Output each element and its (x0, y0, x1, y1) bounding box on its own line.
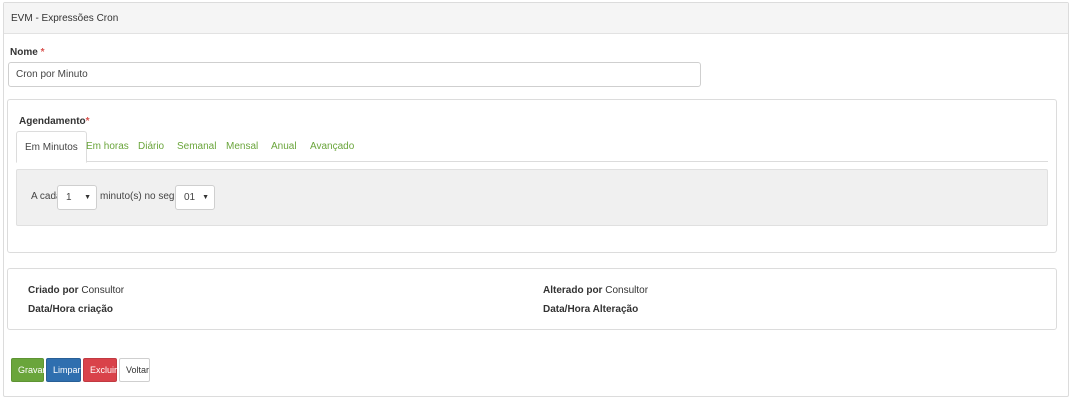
save-button[interactable]: Gravar (11, 358, 46, 382)
delete-button[interactable]: Excluir (83, 358, 117, 382)
changed-by: Alterado por Consultor (543, 285, 649, 296)
clear-button[interactable]: Limpar (46, 358, 81, 382)
chevron-down-icon: ▼ (202, 194, 209, 201)
name-input[interactable] (8, 62, 701, 87)
tab-avancado[interactable]: Avançado (302, 131, 362, 162)
tab-mensal[interactable]: Mensal (218, 131, 266, 162)
tab-em-minutos[interactable]: Em Minutos (16, 131, 87, 163)
chevron-down-icon: ▼ (84, 194, 91, 201)
required-marker: * (85, 116, 90, 127)
tab-em-horas[interactable]: Em horas (78, 131, 137, 162)
changed-at: Data/Hora Alteração (543, 304, 639, 315)
minutes-tab-content: A cada 1 ▼ minuto(s) no segundo 01 ▼ (16, 169, 1048, 226)
schedule-section: Agendamento* Em Minutos Em horas Diário … (7, 99, 1057, 253)
seconds-value: 01 (184, 192, 196, 203)
back-button[interactable]: Voltar (119, 358, 150, 382)
minutes-value: 1 (66, 192, 72, 203)
seconds-select[interactable]: 01 ▼ (175, 185, 215, 210)
audit-section: Criado por Consultor Data/Hora criação A… (7, 268, 1057, 330)
name-label: Nome * (10, 47, 45, 58)
required-marker: * (40, 47, 45, 58)
created-at: Data/Hora criação (28, 304, 114, 315)
tab-anual[interactable]: Anual (263, 131, 305, 162)
tab-diario[interactable]: Diário (130, 131, 172, 162)
schedule-tabs: Em Minutos Em horas Diário Semanal Mensa… (16, 131, 1048, 163)
minutes-select[interactable]: 1 ▼ (57, 185, 97, 210)
panel-title: EVM - Expressões Cron (4, 3, 1068, 34)
created-by: Criado por Consultor (28, 285, 125, 296)
schedule-label: Agendamento* (19, 116, 90, 127)
tab-semanal[interactable]: Semanal (169, 131, 224, 162)
